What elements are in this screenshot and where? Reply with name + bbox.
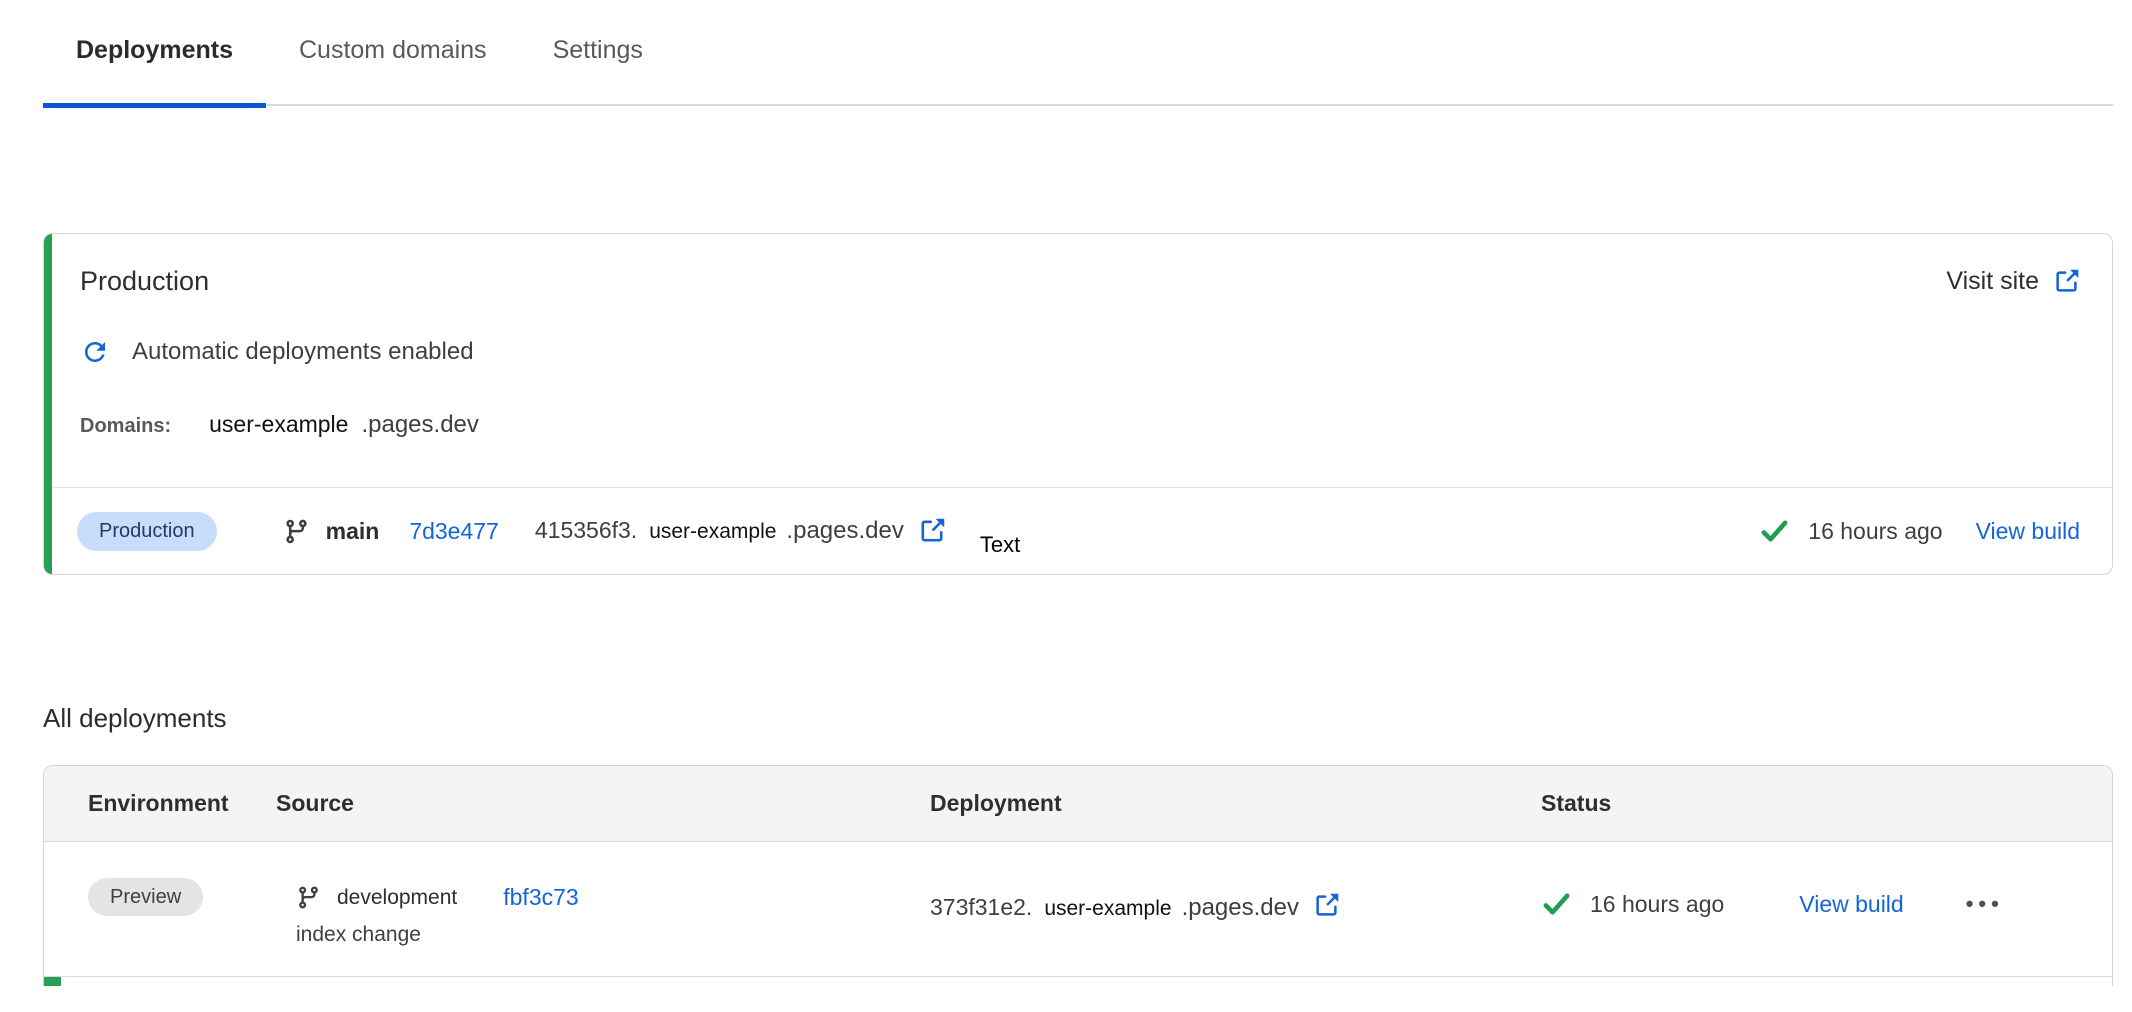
deployment-time: 16 hours ago <box>1808 518 1942 545</box>
external-link-icon[interactable] <box>918 517 946 545</box>
column-source: Source <box>276 790 930 817</box>
automatic-deployments-text: Automatic deployments enabled <box>132 338 474 366</box>
visit-site-label: Visit site <box>1946 267 2039 296</box>
table-row: Preview development fbf3c73 index change… <box>44 842 2112 977</box>
external-link-icon[interactable] <box>1313 892 1340 919</box>
success-check-icon <box>1541 889 1572 920</box>
column-environment: Environment <box>88 790 276 817</box>
row-menu-button[interactable]: ••• <box>1966 891 2004 917</box>
production-card-title: Production <box>80 266 209 297</box>
column-status: Status <box>1541 790 2112 817</box>
environment-badge: Production <box>77 512 217 551</box>
deployment-suffix: .pages.dev <box>786 517 903 545</box>
domain-name: user-example <box>209 411 348 438</box>
next-row-accent-bar <box>44 977 61 986</box>
deployment-subdomain: 415356f3. <box>535 517 637 544</box>
tab-deployments[interactable]: Deployments <box>43 0 266 108</box>
deployment-time: 16 hours ago <box>1590 891 1724 918</box>
production-accent-bar <box>44 234 52 574</box>
tab-bar: Deployments Custom domains Settings <box>43 0 2113 106</box>
tab-settings[interactable]: Settings <box>520 0 676 108</box>
refresh-icon <box>80 337 110 367</box>
commit-link[interactable]: 7d3e477 <box>409 518 499 545</box>
deployments-table: Environment Source Deployment Status Pre… <box>43 765 2113 986</box>
column-deployment: Deployment <box>930 790 1541 817</box>
success-check-icon <box>1759 516 1790 547</box>
view-build-link[interactable]: View build <box>1799 891 1903 918</box>
commit-message: index change <box>296 923 930 947</box>
domains-label: Domains: <box>80 415 171 438</box>
commit-link[interactable]: fbf3c73 <box>503 884 578 911</box>
visit-site-link[interactable]: Visit site <box>1946 267 2080 296</box>
view-build-link[interactable]: View build <box>1976 518 2080 545</box>
production-card: Production Visit site Automatic deployme… <box>43 233 2113 575</box>
environment-badge: Preview <box>88 878 203 916</box>
git-branch-icon <box>283 518 310 545</box>
external-link-icon <box>2053 268 2080 295</box>
deployment-domain: user-example <box>1044 897 1171 921</box>
branch-name: development <box>337 886 457 910</box>
annotation-label: Text <box>980 532 1020 558</box>
production-deployment-row: Production main 7d3e477 415356f3. user-e… <box>44 487 2112 574</box>
git-branch-icon <box>296 885 321 910</box>
tab-custom-domains[interactable]: Custom domains <box>266 0 520 108</box>
deployment-suffix: .pages.dev <box>1182 894 1299 922</box>
deployment-domain: user-example <box>649 520 776 544</box>
branch-name: main <box>326 518 380 545</box>
deployment-subdomain: 373f31e2. <box>930 894 1032 921</box>
domain-suffix: .pages.dev <box>361 411 478 439</box>
all-deployments-title: All deployments <box>43 703 2132 734</box>
table-header-row: Environment Source Deployment Status <box>44 766 2112 842</box>
